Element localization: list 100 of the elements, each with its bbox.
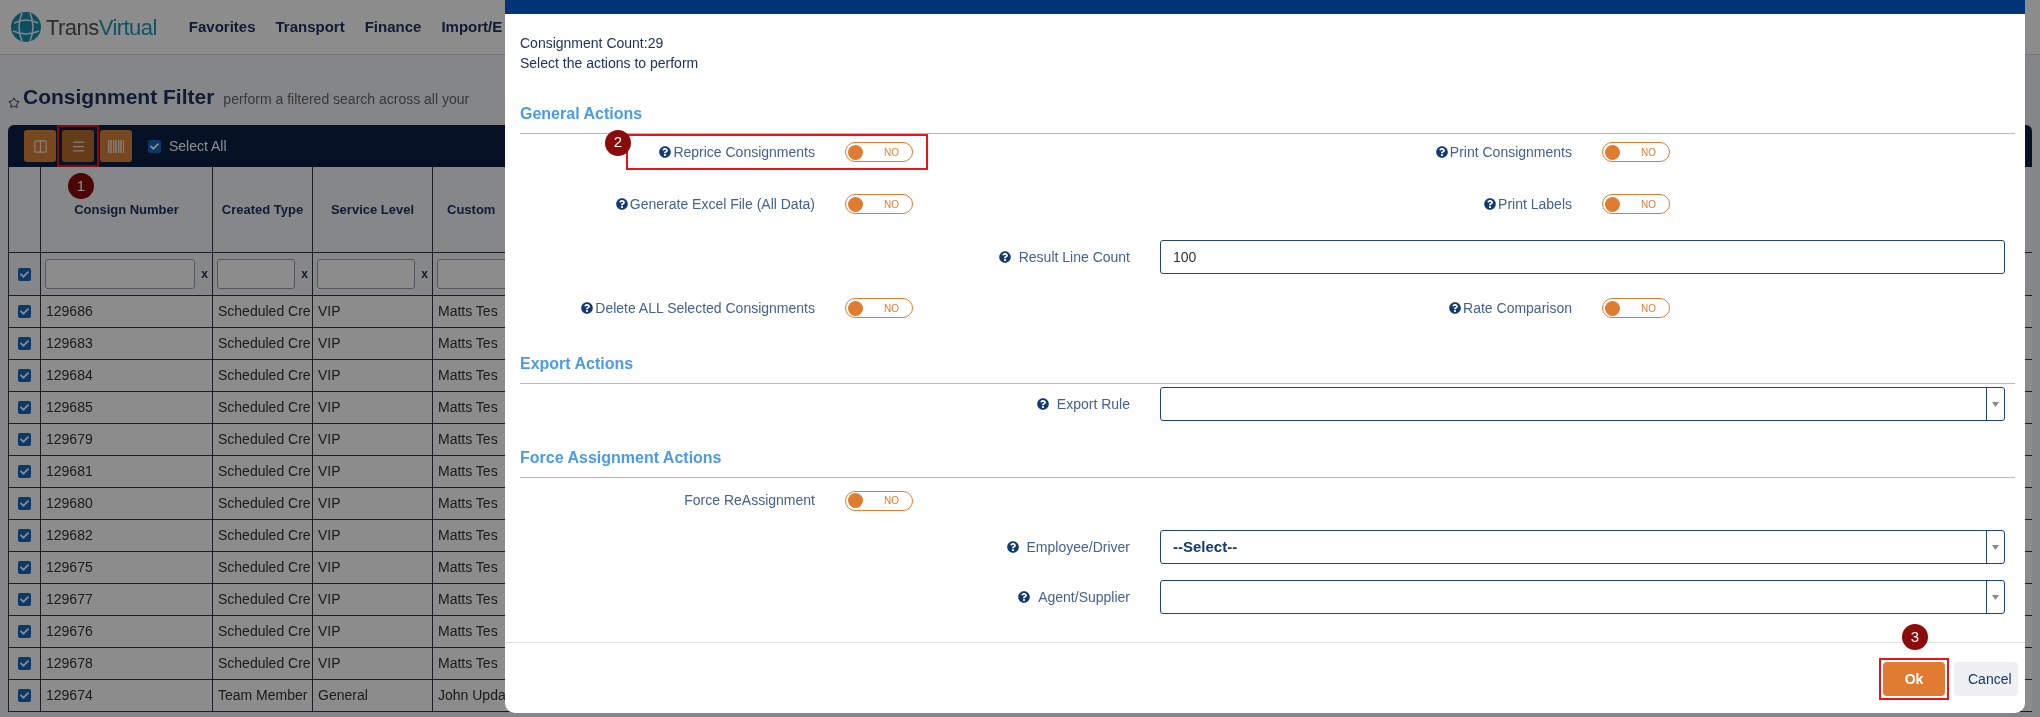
column-header: Consign Number [74, 200, 179, 219]
menu-icon [70, 138, 86, 154]
checkbox[interactable] [18, 689, 31, 702]
help-icon[interactable] [1484, 198, 1497, 210]
select-all-label: Select All [169, 136, 227, 156]
table-cell-text: 129680 [46, 494, 93, 513]
filter-field[interactable] [45, 259, 196, 289]
field-label: Export Rule [1056, 394, 1130, 414]
table-cell-text: Scheduled Cre [218, 430, 311, 449]
checkbox[interactable] [18, 267, 31, 281]
table-cell-text: 129682 [46, 526, 93, 545]
table-cell-text: Matts Tes [438, 558, 498, 577]
checkbox[interactable] [18, 529, 31, 542]
table-cell-text: VIP [318, 366, 341, 385]
filter-field[interactable] [317, 259, 416, 289]
help-icon[interactable] [615, 198, 628, 210]
help-icon[interactable] [1449, 302, 1462, 314]
table-cell-text: Matts Tes [438, 462, 498, 481]
clear-filter-button[interactable]: x [421, 265, 428, 283]
clear-filter-button[interactable]: x [301, 265, 308, 283]
star-icon [8, 97, 20, 109]
table-cell-text: Matts Tes [438, 622, 498, 641]
step-marker: 3 [1902, 624, 1928, 650]
dropdown-field[interactable] [1160, 387, 2005, 421]
column-header: Custom [447, 200, 496, 219]
table-cell-text: Scheduled Cre [218, 526, 311, 545]
filter-field[interactable] [217, 259, 296, 289]
table-cell-text: Matts Tes [438, 366, 498, 385]
table-cell-text: 129675 [46, 558, 93, 577]
checkbox[interactable] [18, 433, 31, 446]
field-label: Rate Comparison [1463, 298, 1572, 318]
table-cell-text: VIP [318, 430, 341, 449]
table-cell-text: Matts Tes [438, 430, 498, 449]
checkbox[interactable] [18, 465, 31, 478]
help-icon[interactable] [998, 251, 1011, 263]
step-marker: 2 [605, 129, 631, 156]
section-heading: Export Actions [520, 355, 634, 372]
clear-filter-button[interactable]: x [201, 265, 208, 283]
table-cell-text: Matts Tes [438, 334, 498, 353]
table-cell-text: VIP [318, 334, 341, 353]
toggle-switch[interactable]: NO [845, 490, 913, 511]
field-label: Delete ALL Selected Consignments [595, 298, 815, 318]
globe-logo-icon [10, 11, 42, 43]
dropdown-field[interactable]: --Select-- [1160, 530, 2005, 564]
checkbox[interactable] [18, 369, 31, 382]
checkbox[interactable] [148, 139, 161, 153]
table-cell-text: Scheduled Cre [218, 366, 311, 385]
toggle-switch[interactable]: NO [1602, 142, 1670, 162]
nav-link[interactable]: Transport [275, 15, 345, 39]
view-button[interactable] [62, 130, 94, 162]
checkbox[interactable] [18, 593, 31, 606]
dropdown-arrow-icon [1992, 401, 1999, 407]
table-cell-text: Scheduled Cre [218, 462, 311, 481]
nav-link[interactable]: Favorites [188, 15, 256, 39]
toggle-switch[interactable]: NO [1602, 298, 1670, 318]
table-cell-text: 129677 [46, 590, 93, 609]
view-button[interactable] [100, 130, 132, 162]
table-cell-text: 129678 [46, 654, 93, 673]
checkbox[interactable] [18, 337, 31, 350]
checkbox[interactable] [18, 625, 31, 638]
help-icon[interactable] [1036, 398, 1049, 410]
toggle-switch[interactable]: NO [845, 298, 913, 318]
table-cell-text: 129674 [46, 686, 93, 705]
table-cell-text: 129684 [46, 366, 93, 385]
help-icon[interactable] [1018, 591, 1031, 603]
checkbox[interactable] [18, 657, 31, 670]
checkbox[interactable] [18, 305, 31, 318]
table-cell-text: Scheduled Cre [218, 398, 311, 417]
table-cell-text: 129683 [46, 334, 93, 353]
table-cell-text: Scheduled Cre [218, 302, 311, 321]
table-cell-text: VIP [318, 302, 341, 321]
consignment-count: Consignment Count:29 [520, 34, 665, 53]
nav-link[interactable]: Finance [364, 15, 422, 39]
help-icon[interactable] [1006, 541, 1019, 553]
checkbox[interactable] [18, 561, 31, 574]
help-icon[interactable] [1435, 146, 1448, 158]
toggle-switch[interactable]: NO [1602, 194, 1670, 214]
toggle-switch[interactable]: NO [845, 194, 913, 214]
toggle-switch[interactable]: NO [845, 142, 913, 162]
table-cell-text: Scheduled Cre [218, 334, 311, 353]
checkbox[interactable] [18, 497, 31, 510]
barcode-icon [108, 139, 124, 153]
table-cell-text: Matts Tes [438, 590, 498, 609]
app-logo-text: TransVirtual [46, 13, 157, 42]
table-cell-text: 129685 [46, 398, 93, 417]
dropdown-field[interactable] [1160, 580, 2005, 614]
table-cell-text: Team Member [218, 686, 308, 705]
ok-button[interactable]: Ok [1883, 662, 1945, 696]
dropdown-arrow-icon [1992, 594, 1999, 600]
nav-link[interactable]: Import/E [441, 15, 503, 39]
cancel-button[interactable]: Cancel [1954, 662, 2018, 696]
table-cell-text: VIP [318, 590, 341, 609]
help-icon[interactable] [581, 302, 594, 314]
table-cell-text: Matts Tes [438, 526, 498, 545]
help-icon[interactable] [659, 146, 672, 158]
table-cell-text: VIP [318, 462, 341, 481]
table-cell-text: Matts Tes [438, 398, 498, 417]
table-cell-text: Scheduled Cre [218, 654, 311, 673]
text-field[interactable]: 100 [1160, 240, 2005, 274]
checkbox[interactable] [18, 401, 31, 414]
